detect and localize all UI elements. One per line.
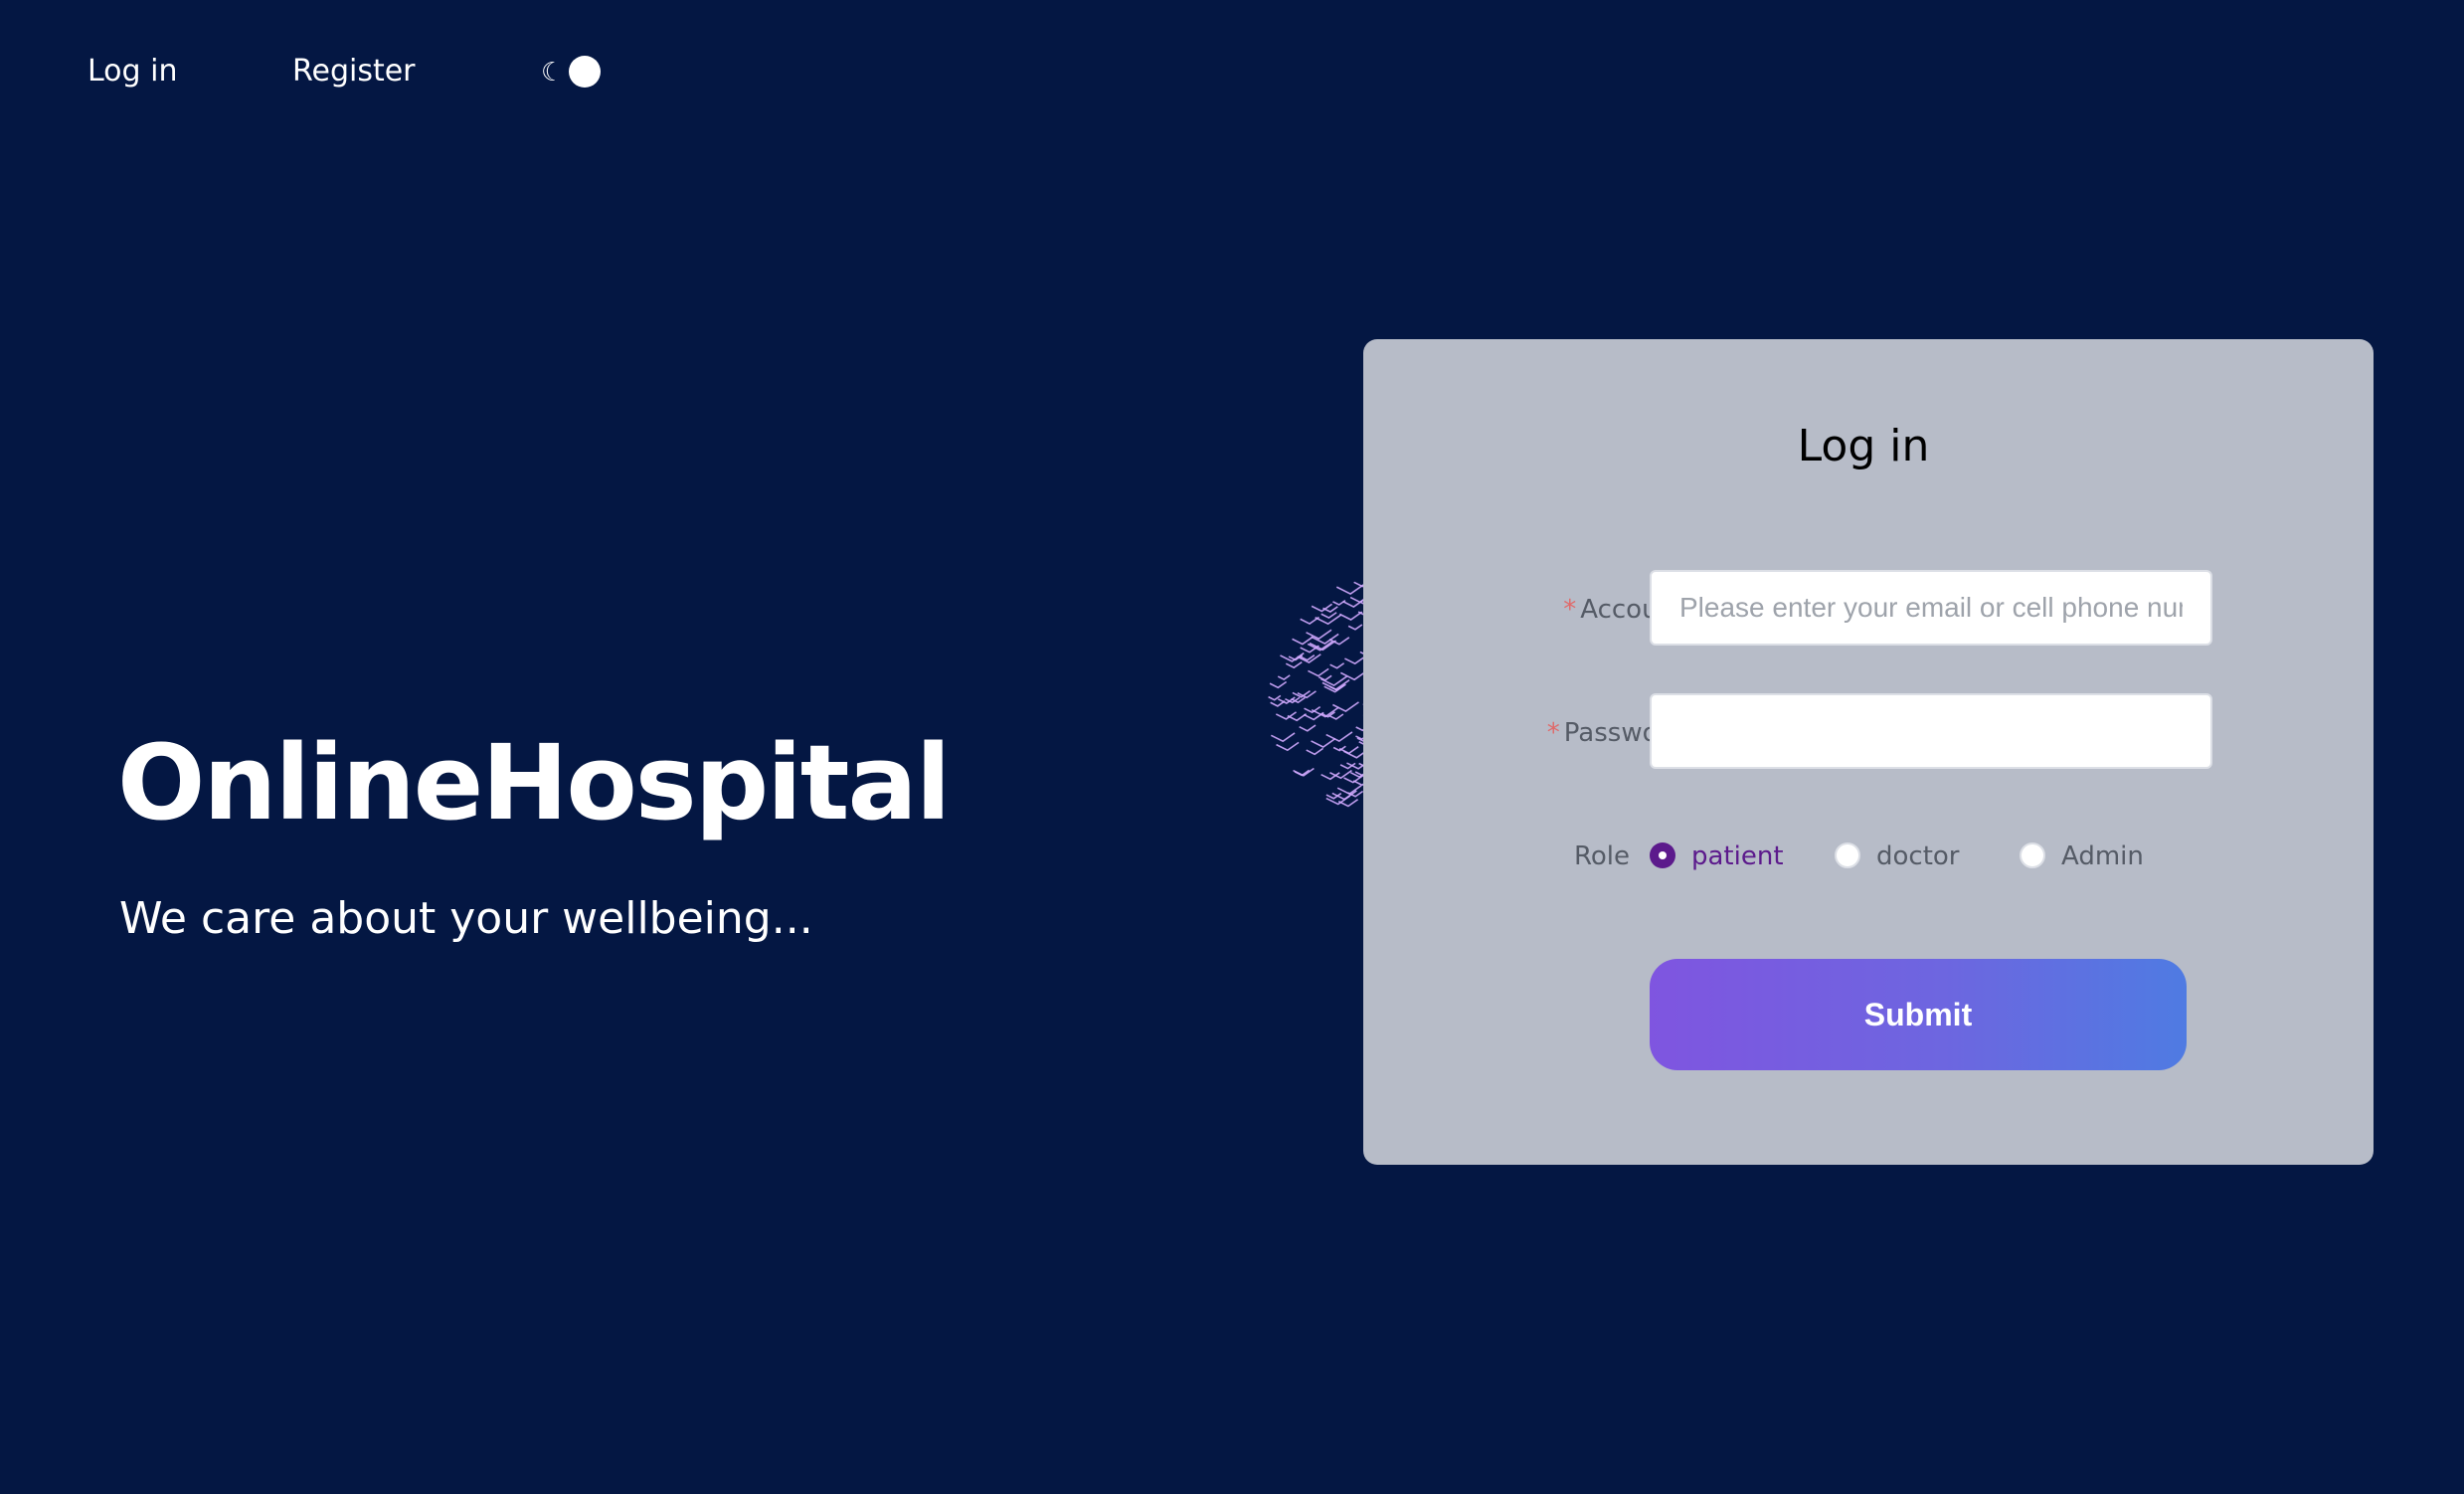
- swarm-particle: [1329, 769, 1352, 780]
- swarm-particle: [1300, 616, 1320, 625]
- swarm-particle: [1320, 711, 1335, 718]
- swarm-particle: [1342, 598, 1365, 608]
- swarm-particle: [1320, 675, 1348, 687]
- swarm-particle: [1292, 689, 1311, 698]
- swarm-particle: [1328, 713, 1344, 720]
- top-nav: Log in Register ☾: [0, 44, 795, 99]
- hero-subtitle: We care about your wellbeing...: [119, 893, 813, 944]
- swarm-particle: [1323, 683, 1346, 693]
- moon-icon: ☾: [541, 57, 565, 87]
- swarm-particle: [1308, 667, 1329, 677]
- swarm-particle: [1325, 731, 1353, 743]
- swarm-particle: [1270, 700, 1286, 707]
- swarm-particle: [1325, 792, 1342, 800]
- swarm-particle: [1304, 705, 1321, 714]
- role-radio-label: doctor: [1876, 841, 1960, 871]
- swarm-particle: [1328, 683, 1345, 691]
- swarm-particle: [1331, 790, 1357, 801]
- role-label: Role: [1574, 841, 1631, 871]
- swarm-particle: [1338, 611, 1363, 621]
- swarm-particle: [1315, 614, 1342, 626]
- swarm-particle: [1320, 772, 1340, 781]
- login-card: Log in *Account: *Password: Role patient…: [1363, 339, 2374, 1165]
- password-input[interactable]: [1650, 693, 2212, 769]
- swarm-particle: [1322, 606, 1338, 614]
- swarm-particle: [1332, 745, 1346, 752]
- swarm-particle: [1299, 724, 1317, 732]
- swarm-particle: [1336, 785, 1362, 796]
- swarm-particle: [1337, 799, 1359, 808]
- swarm-particle: [1278, 696, 1296, 704]
- nav-register-link[interactable]: Register: [292, 44, 416, 99]
- swarm-particle: [1311, 603, 1332, 613]
- swarm-particle: [1306, 747, 1324, 756]
- swarm-particle: [1297, 654, 1321, 663]
- role-radio-label: Admin: [2061, 841, 2144, 871]
- swarm-particle: [1277, 674, 1291, 680]
- swarm-particle: [1300, 645, 1320, 654]
- swarm-particle: [1309, 640, 1337, 652]
- required-marker: *: [1563, 595, 1577, 625]
- swarm-particle: [1276, 741, 1300, 752]
- swarm-particle: [1306, 629, 1332, 641]
- swarm-particle: [1291, 696, 1306, 704]
- login-page: Log in Register ☾ OnlineHospital We care…: [0, 0, 2464, 1494]
- swarm-particle: [1321, 679, 1350, 691]
- swarm-particle: [1335, 583, 1365, 595]
- swarm-particle: [1311, 737, 1336, 748]
- swarm-particle: [1332, 599, 1346, 606]
- swarm-particle: [1287, 713, 1308, 722]
- swarm-particle: [1293, 767, 1315, 777]
- hero-title: OnlineHospital: [117, 722, 951, 843]
- swarm-particle: [1347, 624, 1363, 631]
- swarm-particle: [1325, 795, 1351, 806]
- toggle-knob: [569, 56, 601, 88]
- login-card-title: Log in: [1797, 421, 1930, 471]
- swarm-particle: [1294, 769, 1311, 777]
- swarm-particle: [1328, 637, 1350, 646]
- swarm-particle: [1344, 655, 1366, 665]
- swarm-particle: [1339, 762, 1356, 770]
- swarm-particle: [1347, 790, 1364, 798]
- swarm-particle: [1268, 694, 1282, 701]
- swarm-particle: [1297, 690, 1317, 699]
- swarm-particle: [1285, 696, 1301, 704]
- swarm-particle: [1275, 711, 1298, 720]
- nav-login-link[interactable]: Log in: [88, 44, 177, 99]
- submit-button[interactable]: Submit: [1650, 959, 2187, 1070]
- swarm-particle: [1280, 652, 1305, 662]
- role-radio-label: patient: [1691, 841, 1784, 871]
- swarm-particle: [1338, 746, 1359, 755]
- theme-toggle-switch[interactable]: ☾: [537, 54, 603, 90]
- swarm-particle: [1300, 654, 1316, 661]
- swarm-particle: [1303, 711, 1324, 721]
- swarm-particle: [1343, 775, 1363, 784]
- swarm-particle: [1320, 612, 1337, 620]
- swarm-particle: [1292, 636, 1314, 646]
- radio-checked-icon: [1650, 842, 1675, 868]
- swarm-particle: [1288, 654, 1304, 661]
- swarm-particle: [1307, 641, 1333, 652]
- swarm-particle: [1329, 662, 1345, 669]
- swarm-particle: [1269, 680, 1288, 689]
- swarm-particle: [1332, 701, 1359, 712]
- swarm-particle: [1285, 660, 1303, 669]
- account-input[interactable]: [1650, 570, 2212, 646]
- required-marker: *: [1546, 718, 1560, 748]
- swarm-particle: [1270, 732, 1296, 743]
- swarm-particle: [1311, 706, 1339, 718]
- swarm-particle: [1318, 674, 1332, 681]
- swarm-particle: [1311, 633, 1339, 645]
- radio-unchecked-icon: [2020, 842, 2045, 868]
- radio-unchecked-icon: [1835, 842, 1860, 868]
